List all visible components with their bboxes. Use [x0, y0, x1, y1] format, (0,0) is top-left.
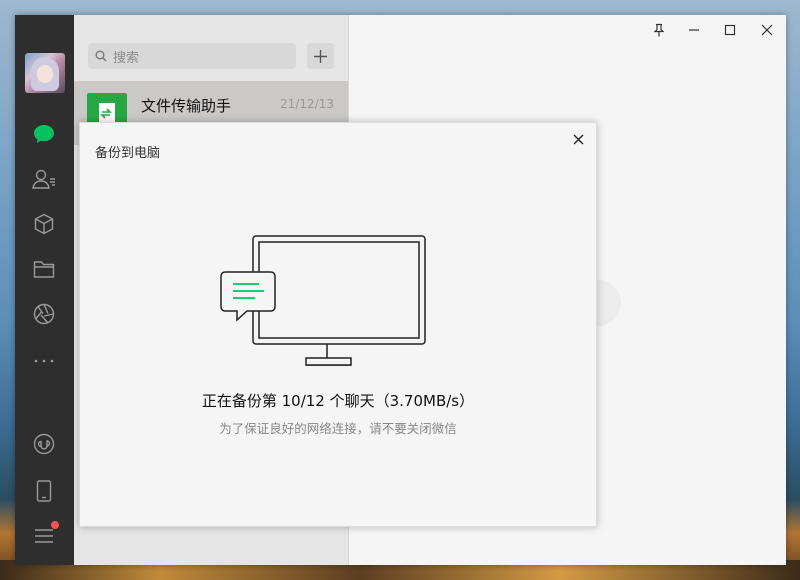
contacts-icon[interactable] [32, 167, 56, 191]
phone-icon[interactable] [32, 479, 56, 503]
favorites-icon[interactable] [32, 212, 56, 236]
add-button[interactable] [307, 43, 334, 69]
avatar[interactable] [25, 53, 65, 93]
minimize-icon[interactable] [683, 20, 705, 40]
notification-badge [51, 521, 59, 529]
mini-programs-icon[interactable] [32, 432, 56, 456]
chat-name: 文件传输助手 [141, 97, 232, 115]
search-placeholder: 搜索 [113, 51, 140, 66]
sidebar [15, 15, 74, 565]
dialog-title: 备份到电脑 [95, 146, 161, 161]
chat-date: 21/12/13 [280, 97, 334, 111]
search-input[interactable]: 搜索 [88, 43, 296, 69]
backup-status: 正在备份第 10/12 个聊天（3.70MB/s） [201, 392, 475, 410]
maximize-icon[interactable] [719, 20, 741, 40]
plus-icon [314, 49, 327, 63]
close-icon[interactable] [568, 129, 588, 149]
moments-icon[interactable] [32, 302, 56, 326]
close-icon[interactable] [756, 20, 778, 40]
chat-icon[interactable] [32, 122, 56, 146]
search-icon [95, 50, 107, 62]
computer-illustration [220, 235, 426, 366]
backup-hint: 为了保证良好的网络连接，请不要关闭微信 [219, 421, 457, 436]
backup-dialog: 备份到电脑 正在备份第 10/12 个聊天（3.70MB/s） 为了保证良好的网… [79, 122, 597, 527]
pin-icon[interactable] [648, 20, 670, 40]
files-icon[interactable] [32, 257, 56, 281]
more-icon[interactable] [32, 349, 56, 373]
